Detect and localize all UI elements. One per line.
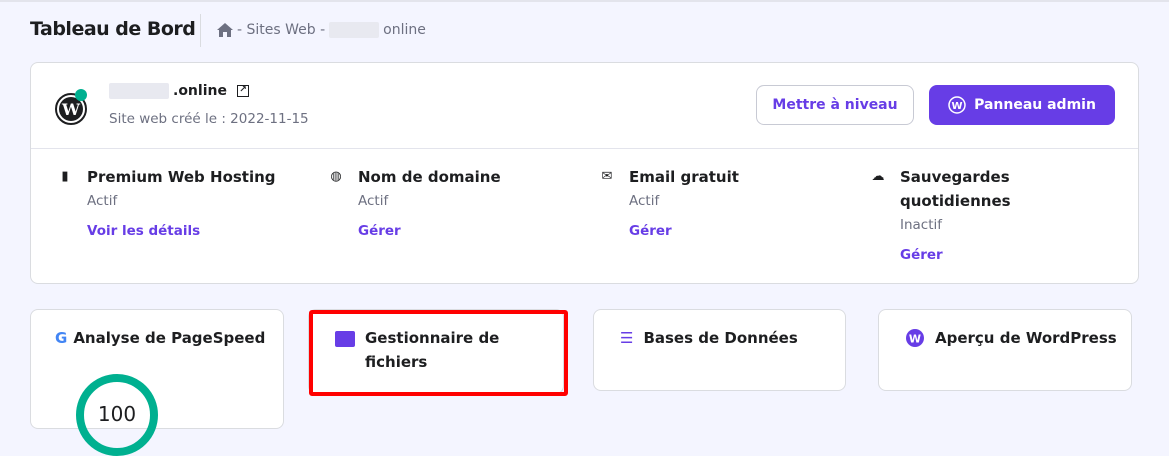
- breadcrumb: - Sites Web - online: [217, 22, 426, 38]
- service-link[interactable]: Gérer: [629, 223, 849, 239]
- upgrade-button[interactable]: Mettre à niveau: [756, 85, 914, 125]
- service-title: Premium Web Hosting: [87, 168, 276, 186]
- website-overview-card: W .online ↗ Site web créé le : 2022-11-1…: [30, 62, 1139, 284]
- breadcrumb-sites[interactable]: - Sites Web -: [237, 22, 325, 38]
- service-domain: ◍ Nom de domaine Actif Gérer: [330, 165, 578, 239]
- redacted-domain: [329, 22, 380, 38]
- databases-tile[interactable]: ☰ Bases de Données: [593, 309, 846, 391]
- service-status: Actif: [358, 193, 389, 209]
- service-title: Email gratuit: [629, 168, 739, 186]
- admin-panel-label: Panneau admin: [974, 97, 1096, 113]
- service-status: Actif: [629, 193, 660, 209]
- status-dot: [75, 89, 87, 101]
- svg-text:W: W: [952, 101, 963, 112]
- divider: [31, 148, 1138, 149]
- service-status: Actif: [87, 193, 118, 209]
- cloud-upload-icon: ☁: [871, 169, 885, 184]
- service-link[interactable]: Voir les détails: [87, 223, 307, 239]
- site-domain[interactable]: .online ↗: [109, 83, 249, 99]
- wordpress-icon: W: [948, 96, 966, 114]
- page-title: Tableau de Bord: [30, 18, 196, 40]
- tile-title: Analyse de PageSpeed: [73, 329, 266, 347]
- google-icon: G: [55, 329, 68, 347]
- envelope-icon: ✉: [601, 169, 613, 184]
- created-date: Site web créé le : 2022-11-15: [109, 111, 309, 127]
- pagespeed-score: 100: [76, 374, 158, 456]
- database-icon: ☰: [620, 329, 634, 347]
- pagespeed-tile[interactable]: G Analyse de PageSpeed 100: [30, 309, 284, 456]
- svg-text:W: W: [909, 333, 921, 346]
- service-status: Inactif: [900, 217, 943, 233]
- wordpress-icon: W: [906, 329, 924, 347]
- redacted-domain: [109, 83, 169, 99]
- service-hosting: ▮ Premium Web Hosting Actif Voir les dét…: [61, 165, 307, 239]
- external-link-icon[interactable]: ↗: [236, 85, 249, 97]
- domain-text: .online: [173, 83, 227, 99]
- service-backups: ☁ Sauvegardes quotidiennes Inactif Gérer: [872, 165, 1050, 263]
- www-icon: ◍: [330, 169, 342, 184]
- server-icon: ▮: [61, 169, 69, 184]
- service-email: ✉ Email gratuit Actif Gérer: [602, 165, 849, 239]
- tile-title: Aperçu de WordPress: [935, 329, 1117, 347]
- admin-panel-button[interactable]: W Panneau admin: [929, 85, 1115, 125]
- service-link[interactable]: Gérer: [900, 247, 1050, 263]
- divider: [200, 14, 201, 47]
- breadcrumb-domain: online: [383, 22, 426, 38]
- service-link[interactable]: Gérer: [358, 223, 578, 239]
- service-title: Nom de domaine: [358, 168, 501, 186]
- service-title: Sauvegardes quotidiennes: [900, 168, 1011, 210]
- svg-text:W: W: [61, 100, 81, 119]
- tile-title: Bases de Données: [643, 329, 798, 347]
- home-icon[interactable]: [217, 23, 233, 37]
- wordpress-overview-tile[interactable]: W Aperçu de WordPress: [878, 309, 1132, 391]
- highlight-box: [309, 310, 568, 396]
